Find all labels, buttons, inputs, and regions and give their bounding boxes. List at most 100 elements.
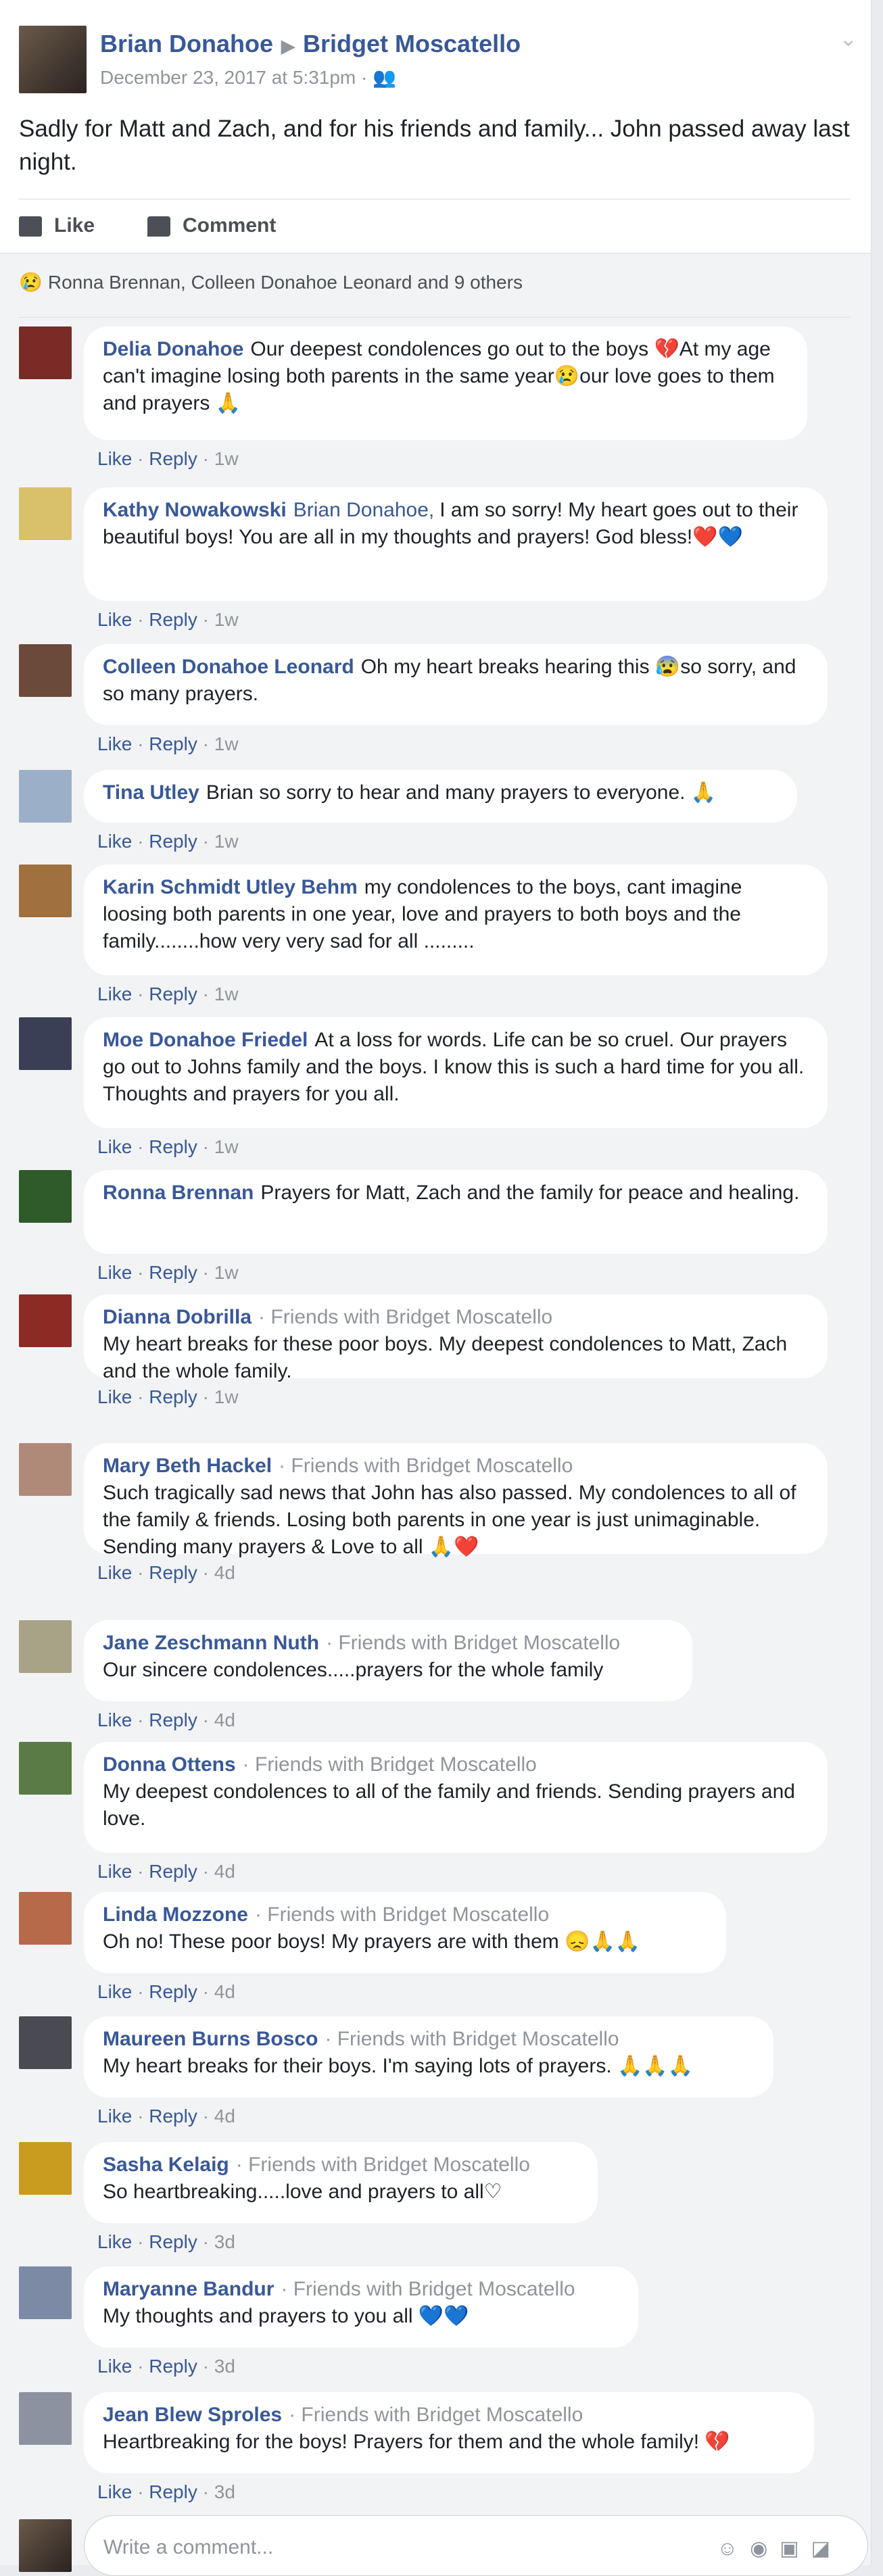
comment-reply-link[interactable]: Reply (149, 1386, 197, 1407)
comment-time[interactable]: 4d (214, 1981, 235, 2002)
comment-time[interactable]: 3d (214, 2356, 235, 2377)
comment-time[interactable]: 3d (214, 2231, 235, 2252)
comment-time[interactable]: 1w (214, 1386, 239, 1407)
comment-time[interactable]: 1w (214, 448, 239, 469)
comment-like-link[interactable]: Like (97, 1562, 132, 1583)
commenter-avatar[interactable] (19, 1017, 72, 1070)
commenter-avatar[interactable] (19, 1620, 72, 1673)
comment-reply-link[interactable]: Reply (149, 831, 197, 852)
comment-like-link[interactable]: Like (97, 1861, 132, 1882)
comment-like-link[interactable]: Like (97, 1709, 132, 1730)
comment-reply-link[interactable]: Reply (149, 1709, 197, 1730)
commenter-avatar[interactable] (19, 2392, 72, 2445)
post-target-name[interactable]: Bridget Moscatello (303, 30, 521, 57)
comment-time[interactable]: 4d (214, 1709, 235, 1730)
comment-author[interactable]: Mary Beth Hackel (103, 1455, 272, 1477)
comment-author[interactable]: Colleen Donahoe Leonard (103, 656, 354, 678)
comment-bubble: Delia Donahoe Our deepest condolences go … (84, 326, 807, 440)
comment-reply-link[interactable]: Reply (149, 1262, 197, 1283)
commenter-avatar[interactable] (19, 2016, 72, 2069)
comment-reply-link[interactable]: Reply (149, 2231, 197, 2252)
comment-reply-link[interactable]: Reply (149, 1562, 197, 1583)
comment-reply-link[interactable]: Reply (149, 448, 197, 469)
commenter-avatar[interactable] (19, 487, 72, 540)
comment-text: My thoughts and prayers to you all 💙💙 (103, 2305, 469, 2327)
comment-like-link[interactable]: Like (97, 733, 132, 754)
comment-reply-link[interactable]: Reply (149, 733, 197, 754)
comment-reply-link[interactable]: Reply (149, 2481, 197, 2502)
comment-time[interactable]: 3d (214, 2481, 235, 2502)
comment-author[interactable]: Maryanne Bandur (103, 2278, 274, 2300)
comment-text: So heartbreaking.....love and prayers to… (103, 2181, 502, 2203)
comment-button[interactable]: Comment (147, 214, 276, 237)
comment-time[interactable]: 1w (214, 733, 239, 754)
comment-reply-link[interactable]: Reply (149, 2356, 197, 2377)
post-timestamp[interactable]: December 23, 2017 at 5:31pm · (100, 67, 373, 88)
comment-row: Maryanne Bandur · Friends with Bridget Mo… (19, 2266, 857, 2388)
comment-author[interactable]: Tina Utley (103, 781, 199, 804)
emoji-icon[interactable]: ☺ (717, 2537, 738, 2560)
comment-author[interactable]: Donna Ottens (103, 1753, 236, 1776)
commenter-avatar[interactable] (19, 2142, 72, 2195)
comment-mention[interactable]: Brian Donahoe, (293, 499, 434, 521)
comment-reply-link[interactable]: Reply (149, 1981, 197, 2002)
commenter-avatar[interactable] (19, 1443, 72, 1496)
comment-author[interactable]: Delia Donahoe (103, 338, 243, 360)
commenter-avatar[interactable] (19, 1892, 72, 1945)
comment-author[interactable]: Kathy Nowakowski (103, 499, 287, 521)
comment-like-link[interactable]: Like (97, 1981, 132, 2002)
comment-bubble: Maryanne Bandur · Friends with Bridget Mo… (84, 2266, 638, 2348)
commenter-avatar[interactable] (19, 1170, 72, 1223)
comment-like-link[interactable]: Like (97, 2106, 132, 2127)
comment-author[interactable]: Ronna Brennan (103, 1182, 254, 1204)
comment-like-link[interactable]: Like (97, 1136, 132, 1157)
comment-time[interactable]: 4d (214, 1861, 235, 1882)
commenter-avatar[interactable] (19, 1294, 72, 1347)
comment-author[interactable]: Jean Blew Sproles (103, 2404, 282, 2426)
comment-like-link[interactable]: Like (97, 1386, 132, 1407)
comment-author[interactable]: Maureen Burns Bosco (103, 2028, 318, 2050)
comment-like-link[interactable]: Like (97, 609, 132, 630)
comment-author[interactable]: Karin Schmidt Utley Behm (103, 876, 358, 898)
comment-reply-link[interactable]: Reply (149, 1861, 197, 1882)
comment-like-link[interactable]: Like (97, 831, 132, 852)
commenter-avatar[interactable] (19, 865, 72, 917)
comment-time[interactable]: 1w (214, 831, 239, 852)
post-author-name[interactable]: Brian Donahoe (100, 30, 273, 57)
comment-author[interactable]: Moe Donahoe Friedel (103, 1029, 308, 1051)
comment-author[interactable]: Linda Mozzone (103, 1903, 248, 1926)
commenter-avatar[interactable] (19, 770, 72, 823)
commenter-avatar[interactable] (19, 2266, 72, 2319)
commenter-avatar[interactable] (19, 644, 72, 697)
commenter-avatar[interactable] (19, 326, 72, 379)
comment-reply-link[interactable]: Reply (149, 983, 197, 1004)
reactions-summary[interactable]: 😢 Ronna Brennan, Colleen Donahoe Leonard … (19, 271, 851, 318)
comment-author[interactable]: Sasha Kelaig (103, 2154, 229, 2176)
commenter-avatar[interactable] (19, 1742, 72, 1795)
comment-like-link[interactable]: Like (97, 1262, 132, 1283)
comment-reply-link[interactable]: Reply (149, 609, 197, 630)
gif-icon[interactable]: ▣ (780, 2537, 798, 2560)
comment-author[interactable]: Jane Zeschmann Nuth (103, 1632, 319, 1654)
comment-like-link[interactable]: Like (97, 2231, 132, 2252)
comment-icon (147, 216, 170, 237)
comment-author[interactable]: Dianna Dobrilla (103, 1306, 252, 1328)
comment-time[interactable]: 1w (214, 1136, 239, 1157)
comment-time[interactable]: 4d (214, 1562, 235, 1583)
comment-like-link[interactable]: Like (97, 2481, 132, 2502)
comment-time[interactable]: 1w (214, 983, 239, 1004)
comment-like-link[interactable]: Like (97, 2356, 132, 2377)
chevron-down-icon[interactable]: ⌄ (839, 26, 857, 51)
comment-reply-link[interactable]: Reply (149, 1136, 197, 1157)
like-button[interactable]: Like (19, 214, 95, 237)
comment-time[interactable]: 1w (214, 1262, 239, 1283)
comment-row: Jane Zeschmann Nuth · Friends with Bridge… (19, 1620, 857, 1742)
post-author-avatar[interactable] (19, 26, 87, 93)
comment-time[interactable]: 4d (214, 2106, 235, 2127)
camera-icon[interactable]: ◉ (750, 2537, 767, 2560)
comment-like-link[interactable]: Like (97, 983, 132, 1004)
comment-reply-link[interactable]: Reply (149, 2106, 197, 2127)
comment-time[interactable]: 1w (214, 609, 239, 630)
comment-like-link[interactable]: Like (97, 448, 132, 469)
sticker-icon[interactable]: ◪ (811, 2537, 830, 2560)
